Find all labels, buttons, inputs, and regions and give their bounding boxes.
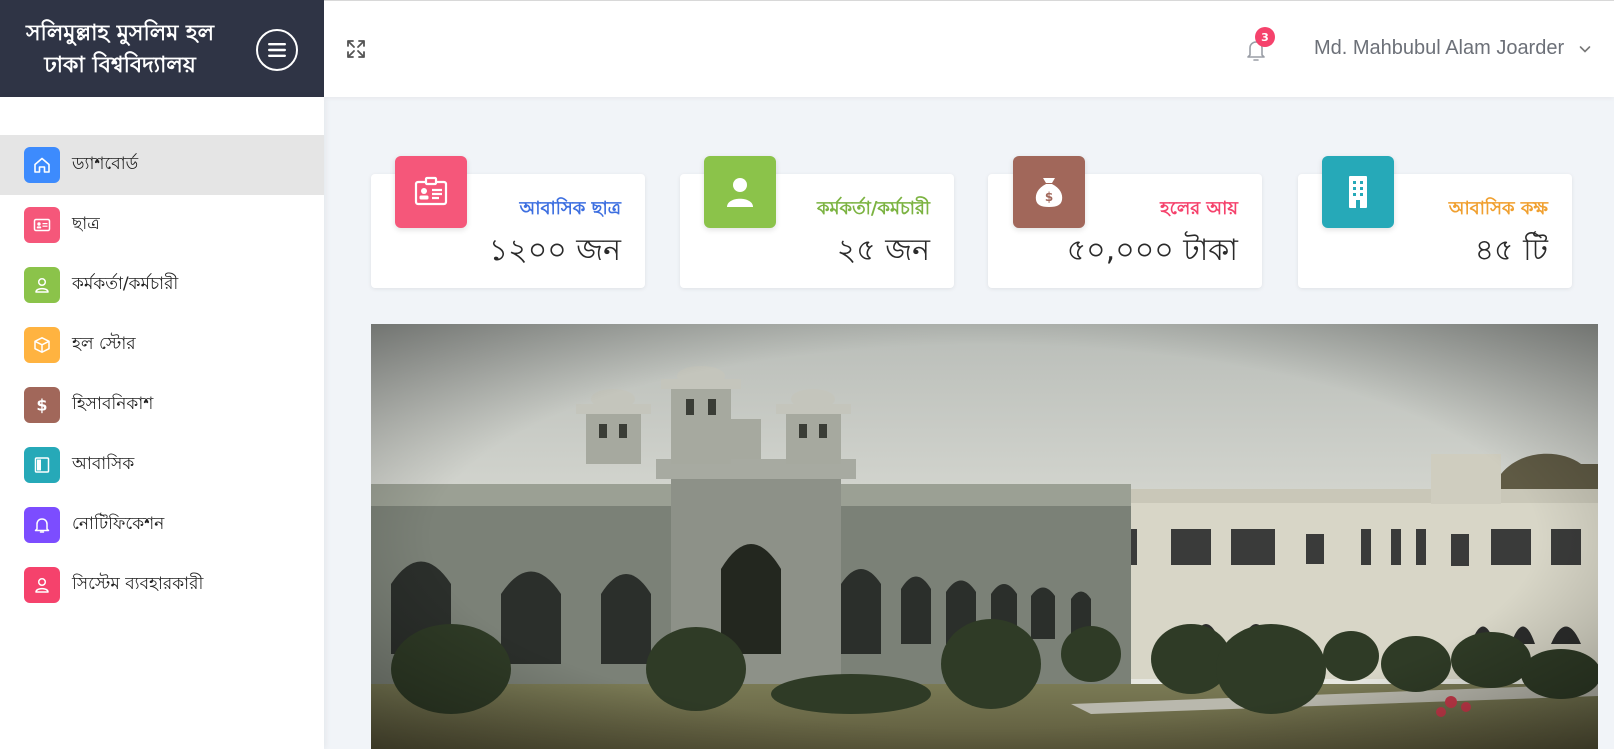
app-title-line2: ঢাকা বিশ্ববিদ্যালয় bbox=[44, 51, 196, 78]
sidebar-menu: ড্যাশবোর্ড ছাত্র কর্মকর্তা/কর্মচারী হল স… bbox=[0, 97, 324, 615]
id-card-icon bbox=[24, 207, 60, 243]
sidebar-item-label: ছাত্র bbox=[72, 214, 100, 234]
svg-text:$: $ bbox=[36, 396, 47, 415]
stat-label: আবাসিক ছাত্র bbox=[519, 198, 622, 219]
user-menu[interactable]: Md. Mahbubul Alam Joarder bbox=[1314, 37, 1592, 60]
sidebar-item-label: হল স্টোর bbox=[72, 334, 136, 354]
svg-text:$: $ bbox=[1045, 190, 1053, 204]
stat-value: ২৫ জন bbox=[836, 233, 930, 268]
sidebar-item-label: সিস্টেম ব্যবহারকারী bbox=[72, 574, 204, 594]
stat-value: ৪৫ টি bbox=[1474, 233, 1548, 268]
notification-count-badge: 3 bbox=[1255, 27, 1275, 47]
user-icon bbox=[704, 156, 776, 228]
stat-value: ১২০০ জন bbox=[488, 233, 621, 268]
sidebar-item-staff[interactable]: কর্মকর্তা/কর্মচারী bbox=[0, 255, 324, 315]
expand-icon bbox=[347, 40, 365, 58]
stat-label: হলের আয় bbox=[1160, 198, 1238, 219]
user-icon bbox=[24, 267, 60, 303]
sidebar-item-label: কর্মকর্তা/কর্মচারী bbox=[72, 274, 179, 294]
hall-photo bbox=[371, 324, 1598, 749]
book-icon bbox=[24, 447, 60, 483]
sidebar-item-notifications[interactable]: নোটিফিকেশন bbox=[0, 495, 324, 555]
menu-toggle-button[interactable] bbox=[256, 29, 298, 71]
stat-label: কর্মকর্তা/কর্মচারী bbox=[816, 198, 930, 219]
box-icon bbox=[24, 327, 60, 363]
dollar-icon: $ bbox=[24, 387, 60, 423]
app-title-line1: সলিমুল্লাহ মুসলিম হল bbox=[26, 19, 214, 46]
user-icon bbox=[24, 567, 60, 603]
sidebar: ড্যাশবোর্ড ছাত্র কর্মকর্তা/কর্মচারী হল স… bbox=[0, 97, 324, 749]
sidebar-item-hall-store[interactable]: হল স্টোর bbox=[0, 315, 324, 375]
sidebar-item-label: আবাসিক bbox=[72, 454, 135, 474]
sidebar-item-residential[interactable]: আবাসিক bbox=[0, 435, 324, 495]
bell-icon bbox=[24, 507, 60, 543]
hamburger-icon bbox=[268, 43, 286, 57]
home-icon bbox=[24, 147, 60, 183]
sidebar-item-label: হিসাবনিকাশ bbox=[72, 394, 154, 414]
stat-label: আবাসিক কক্ষ bbox=[1448, 198, 1548, 219]
user-name: Md. Mahbubul Alam Joarder bbox=[1314, 37, 1565, 59]
app-title: সলিমুল্লাহ মুসলিম হল ঢাকা বিশ্ববিদ্যালয় bbox=[0, 17, 240, 81]
stat-value: ৫০,০০০ টাকা bbox=[1066, 233, 1238, 268]
chevron-down-icon bbox=[1579, 45, 1591, 53]
building-icon bbox=[1322, 156, 1394, 228]
id-card-icon bbox=[395, 156, 467, 228]
fullscreen-button[interactable] bbox=[344, 37, 368, 61]
sidebar-item-students[interactable]: ছাত্র bbox=[0, 195, 324, 255]
sidebar-item-dashboard[interactable]: ড্যাশবোর্ড bbox=[0, 135, 324, 195]
money-bag-icon: $ bbox=[1013, 156, 1085, 228]
brand-header: সলিমুল্লাহ মুসলিম হল ঢাকা বিশ্ববিদ্যালয় bbox=[0, 0, 324, 97]
sidebar-item-accounts[interactable]: $ হিসাবনিকাশ bbox=[0, 375, 324, 435]
sidebar-item-label: ড্যাশবোর্ড bbox=[72, 154, 139, 174]
top-header: 3 Md. Mahbubul Alam Joarder bbox=[324, 0, 1614, 97]
sidebar-item-label: নোটিফিকেশন bbox=[72, 514, 165, 534]
sidebar-item-system-users[interactable]: সিস্টেম ব্যবহারকারী bbox=[0, 555, 324, 615]
